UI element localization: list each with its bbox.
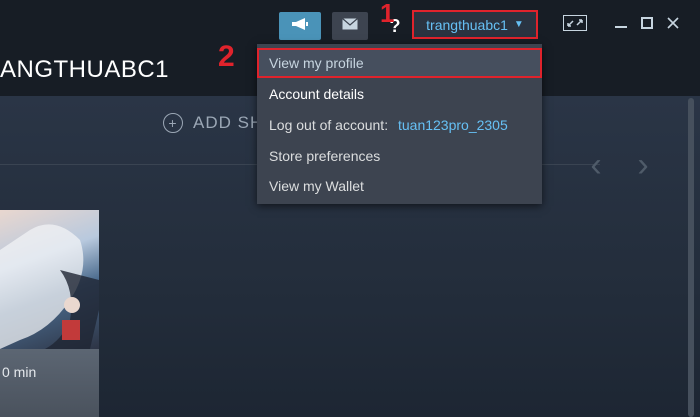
close-button[interactable]: [664, 14, 682, 36]
big-picture-button[interactable]: [562, 14, 588, 36]
menu-item-account-details[interactable]: Account details: [257, 79, 542, 109]
step-1-marker: 1: [380, 0, 395, 28]
plus-icon: +: [163, 113, 183, 133]
game-card-artwork[interactable]: [0, 210, 99, 349]
maximize-button[interactable]: [638, 14, 656, 36]
notifications-button[interactable]: [332, 12, 368, 40]
chevron-down-icon: ▼: [513, 19, 524, 30]
envelope-icon: [342, 17, 358, 35]
game-playtime: 0 min: [2, 364, 37, 380]
big-picture-icon: [563, 14, 587, 36]
add-shelf-label: ADD SH: [193, 113, 264, 132]
menu-item-logout[interactable]: Log out of account: tuan123pro_2305: [257, 110, 542, 140]
megaphone-icon: [291, 17, 309, 36]
minimize-icon: [615, 16, 627, 34]
game-card-footer: [0, 349, 99, 417]
logout-label: Log out of account:: [269, 117, 389, 133]
scrollbar[interactable]: [688, 98, 694, 417]
account-menu-button[interactable]: trangthuabc1 ▼: [412, 10, 538, 39]
menu-item-store-preferences[interactable]: Store preferences: [257, 141, 542, 171]
menu-item-view-wallet[interactable]: View my Wallet: [257, 171, 542, 201]
step-2-marker: 2: [218, 40, 235, 73]
game-artwork-image: [0, 224, 99, 349]
chevron-right-icon[interactable]: ›: [633, 148, 653, 182]
add-shelf-button[interactable]: + ADD SH: [163, 112, 263, 134]
maximize-icon: [641, 16, 653, 34]
account-name: trangthuabc1: [426, 16, 508, 33]
menu-item-view-profile[interactable]: View my profile: [257, 48, 542, 78]
chevron-left-icon[interactable]: ‹: [586, 148, 606, 182]
logout-username: tuan123pro_2305: [397, 117, 508, 133]
minimize-button[interactable]: [612, 14, 630, 36]
account-dropdown-menu: View my profile Account details Log out …: [257, 44, 542, 204]
announcements-button[interactable]: [279, 12, 321, 40]
close-icon: [667, 16, 679, 34]
page-title: ANGTHUABC1: [0, 56, 170, 83]
